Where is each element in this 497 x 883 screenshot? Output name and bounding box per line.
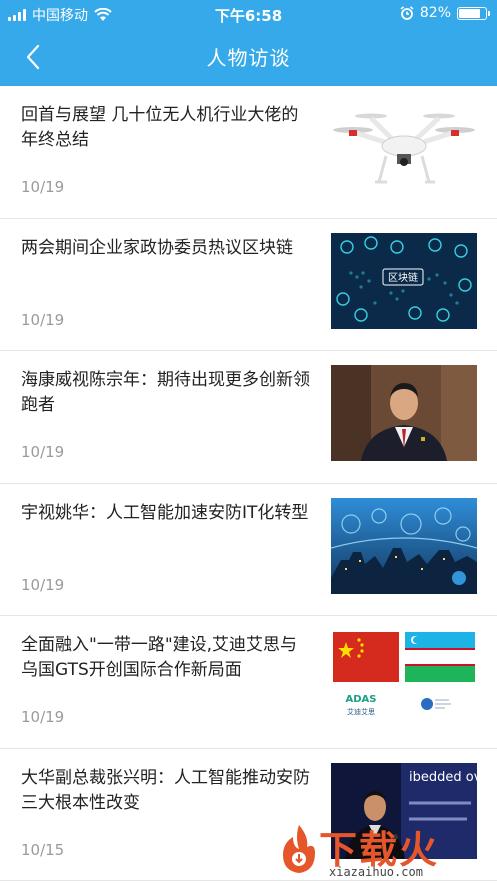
status-bar: 中国移动 下午6:58 82% — [0, 0, 497, 28]
article-list: 回首与展望 几十位无人机行业大佬的年终总结 10/19 两会期间企业家政协委员热… — [0, 86, 497, 881]
app-header: 中国移动 下午6:58 82% 人物访谈 — [0, 0, 497, 86]
image-label: ibedded ov — [409, 770, 477, 785]
article-date: 10/19 — [21, 575, 65, 594]
image-label: ADAS — [346, 694, 377, 705]
article-title: 回首与展望 几十位无人机行业大佬的年终总结 — [21, 105, 299, 150]
flame-logo-icon — [283, 825, 315, 873]
battery-icon — [457, 6, 490, 20]
blockchain-image: 区块链 — [331, 232, 477, 329]
smart-city-image — [331, 497, 477, 594]
article-date: 10/19 — [21, 443, 65, 461]
image-label: 艾迪艾思 — [347, 707, 375, 716]
alarm-icon — [400, 6, 414, 20]
article-title: 全面融入"一带一路"建设,艾迪艾思与乌国GTS开创国际合作新局面 — [21, 635, 298, 680]
article-item[interactable]: 海康威视陈宗年：期待出现更多创新领跑者 10/19 — [0, 351, 497, 484]
image-label: 区块链 — [388, 271, 418, 284]
article-title: 大华副总裁张兴明：人工智能推动安防三大根本性改变 — [21, 767, 310, 813]
article-title: 宇视姚华：人工智能加速安防IT化转型 — [21, 502, 309, 523]
article-date: 10/19 — [21, 178, 65, 196]
navigation-bar: 人物访谈 — [0, 28, 497, 86]
drone-image — [331, 100, 477, 196]
article-title: 两会期间企业家政协委员热议区块链 — [21, 237, 293, 258]
article-item[interactable]: 回首与展望 几十位无人机行业大佬的年终总结 10/19 — [0, 86, 497, 219]
battery-percent: 82% — [419, 5, 451, 21]
watermark-url: xiazaihuo.com — [329, 865, 423, 879]
article-item[interactable]: 宇视姚华：人工智能加速安防IT化转型 10/19 — [0, 484, 497, 616]
portrait-image — [331, 365, 477, 461]
watermark: 下载火 xiazaihuo.com — [279, 817, 489, 883]
article-title: 海康威视陈宗年：期待出现更多创新领跑者 — [21, 370, 310, 415]
article-date: 10/19 — [21, 310, 65, 329]
article-date: 10/15 — [21, 840, 65, 859]
article-item[interactable]: 全面融入"一带一路"建设,艾迪艾思与乌国GTS开创国际合作新局面 10/19 A… — [0, 616, 497, 749]
page-title: 人物访谈 — [206, 46, 291, 70]
flags-image: ADAS 艾迪艾思 — [331, 630, 477, 726]
article-item[interactable]: 两会期间企业家政协委员热议区块链 10/19 区块链 — [0, 219, 497, 351]
article-date: 10/19 — [21, 708, 65, 726]
